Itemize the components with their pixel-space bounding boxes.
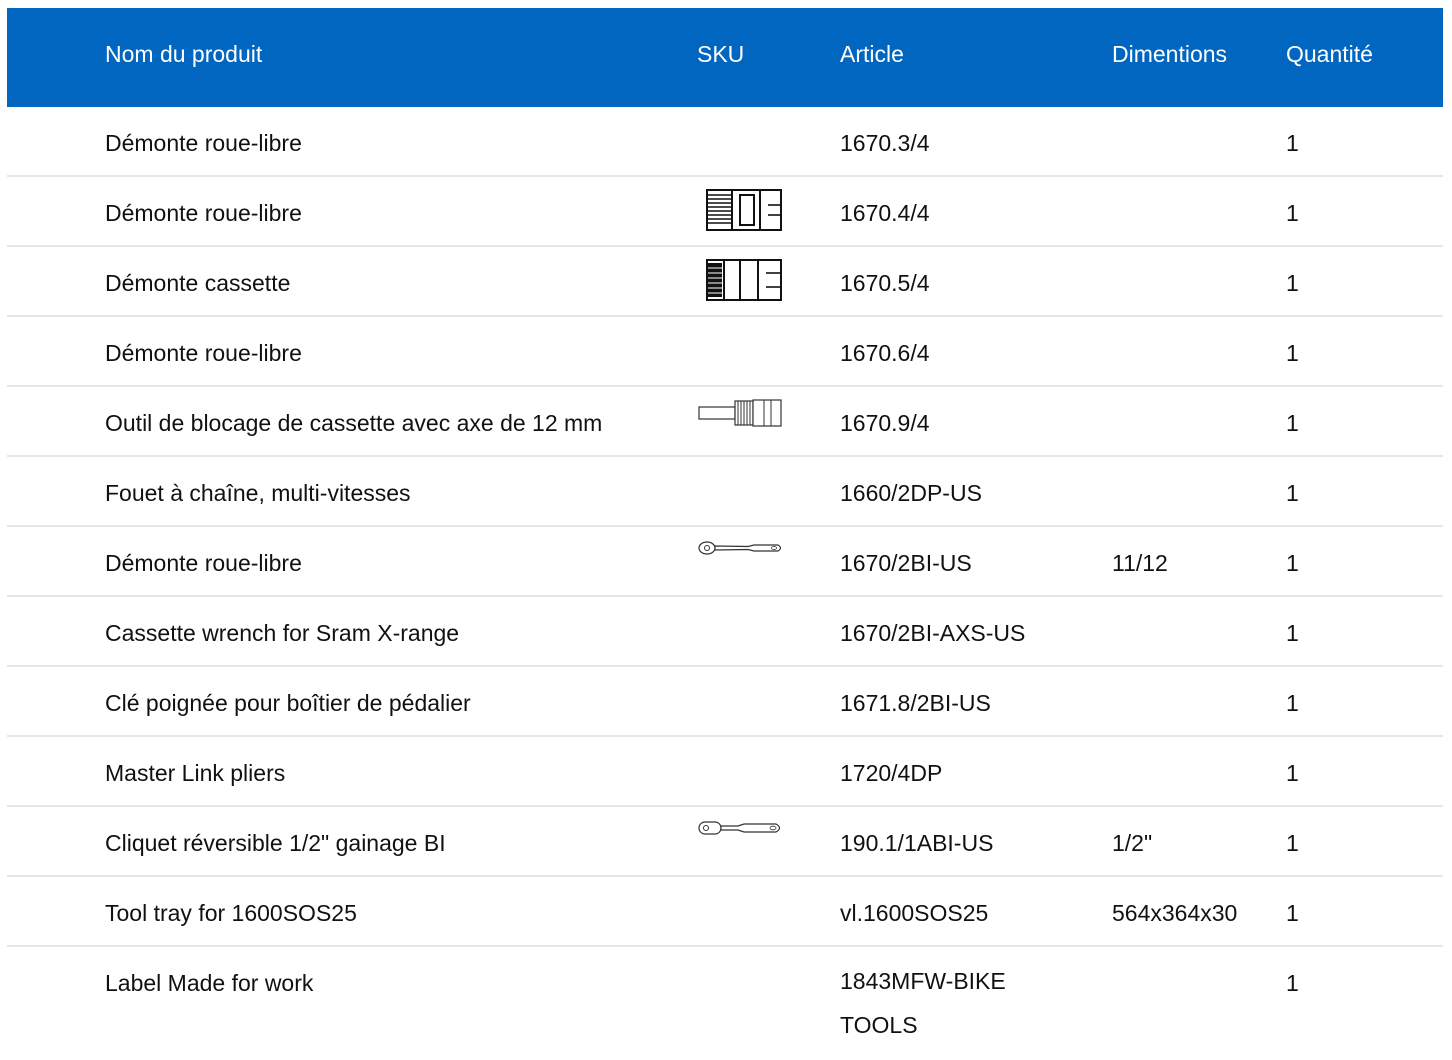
- product-name: Démonte roue-libre: [105, 200, 302, 226]
- table-row[interactable]: Outil de blocage de cassette avec axe de…: [7, 387, 1443, 457]
- article-code: 1671.8/2BI-US: [840, 690, 991, 716]
- quantity: 1: [1286, 410, 1299, 436]
- product-name: Fouet à chaîne, multi-vitesses: [105, 480, 411, 506]
- dimensions: 564x364x30: [1112, 900, 1238, 926]
- ratchet-wrench-icon: [697, 527, 787, 595]
- table-row[interactable]: Démonte cassette 1670.5/4 1: [7, 247, 1443, 317]
- header-quantity[interactable]: Quantité: [1286, 8, 1373, 107]
- table-row[interactable]: Démonte roue-libre 1670.3/4 1: [7, 107, 1443, 177]
- quantity: 1: [1286, 550, 1299, 576]
- quantity: 1: [1286, 200, 1299, 226]
- table-row[interactable]: Démonte roue-libre 1670/2BI-US 11/12 1: [7, 527, 1443, 597]
- products-table: Nom du produit SKU Article Dimentions Qu…: [7, 8, 1443, 1047]
- header-name[interactable]: Nom du produit: [105, 8, 262, 107]
- product-name: Démonte roue-libre: [105, 340, 302, 366]
- article-code: 1720/4DP: [840, 760, 943, 786]
- product-name: Clé poignée pour boîtier de pédalier: [105, 690, 471, 716]
- product-name: Démonte roue-libre: [105, 550, 302, 576]
- quantity: 1: [1286, 480, 1299, 506]
- table-row[interactable]: Master Link pliers 1720/4DP 1: [7, 737, 1443, 807]
- product-name: Label Made for work: [105, 970, 314, 996]
- table-row[interactable]: Démonte roue-libre 1670.6/4 1: [7, 317, 1443, 387]
- quantity: 1: [1286, 340, 1299, 366]
- quantity: 1: [1286, 760, 1299, 786]
- article-code: 1670.4/4: [840, 200, 930, 226]
- article-code: vl.1600SOS25: [840, 900, 989, 926]
- header-dimensions[interactable]: Dimentions: [1112, 8, 1227, 107]
- dimensions: 1/2": [1112, 830, 1153, 856]
- axle-lockring-tool-icon: [697, 387, 787, 455]
- reversible-ratchet-icon: [697, 807, 787, 875]
- table-row[interactable]: Cassette wrench for Sram X-range 1670/2B…: [7, 597, 1443, 667]
- product-name: Tool tray for 1600SOS25: [105, 900, 357, 926]
- table-row[interactable]: Clé poignée pour boîtier de pédalier 167…: [7, 667, 1443, 737]
- freewheel-socket-icon: [697, 177, 787, 245]
- quantity: 1: [1286, 690, 1299, 716]
- table-header: Nom du produit SKU Article Dimentions Qu…: [7, 8, 1443, 107]
- product-name: Cliquet réversible 1/2" gainage BI: [105, 830, 446, 856]
- table-row[interactable]: Label Made for work 1843MFW-BIKE TOOLS 1: [7, 947, 1443, 1047]
- quantity: 1: [1286, 270, 1299, 296]
- cassette-socket-icon: [697, 247, 787, 315]
- article-code: 1670.5/4: [840, 270, 930, 296]
- quantity: 1: [1286, 830, 1299, 856]
- quantity: 1: [1286, 130, 1299, 156]
- article-code: 1670/2BI-AXS-US: [840, 620, 1026, 646]
- header-sku[interactable]: SKU: [697, 8, 744, 107]
- quantity: 1: [1286, 900, 1299, 926]
- product-name: Master Link pliers: [105, 760, 286, 786]
- article-code: 1670.3/4: [840, 130, 930, 156]
- table-row[interactable]: Démonte roue-libre 1670.4/4 1: [7, 177, 1443, 247]
- article-code: 1670/2BI-US: [840, 550, 972, 576]
- dimensions: 11/12: [1112, 550, 1168, 576]
- table-row[interactable]: Cliquet réversible 1/2" gainage BI 190.1…: [7, 807, 1443, 877]
- table-row[interactable]: Tool tray for 1600SOS25 vl.1600SOS25 564…: [7, 877, 1443, 947]
- article-code: 1843MFW-BIKE TOOLS: [840, 968, 1006, 1038]
- product-name: Cassette wrench for Sram X-range: [105, 620, 460, 646]
- product-name: Démonte cassette: [105, 270, 291, 296]
- product-name: Outil de blocage de cassette avec axe de…: [105, 410, 603, 436]
- product-name: Démonte roue-libre: [105, 130, 302, 156]
- table-row[interactable]: Fouet à chaîne, multi-vitesses 1660/2DP-…: [7, 457, 1443, 527]
- article-code: 1660/2DP-US: [840, 480, 982, 506]
- article-code: 1670.6/4: [840, 340, 930, 366]
- article-code: 190.1/1ABI-US: [840, 830, 994, 856]
- header-article[interactable]: Article: [840, 8, 904, 107]
- quantity: 1: [1286, 970, 1299, 996]
- quantity: 1: [1286, 620, 1299, 646]
- article-code: 1670.9/4: [840, 410, 930, 436]
